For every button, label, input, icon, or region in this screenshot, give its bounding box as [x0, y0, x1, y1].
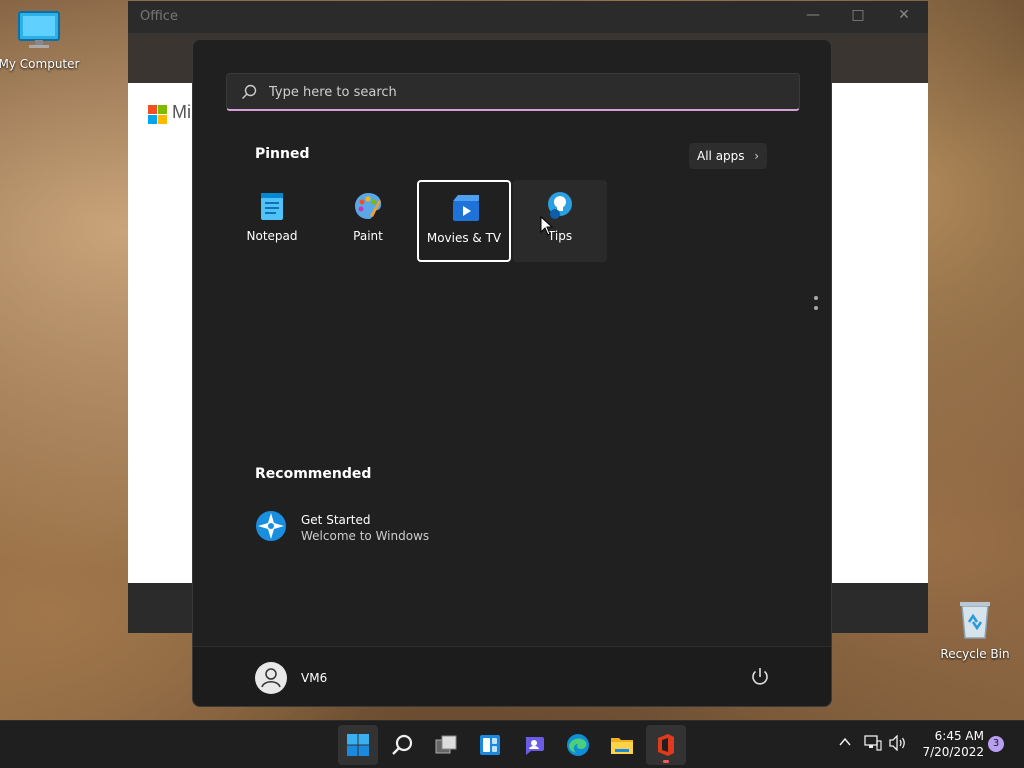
start-menu: Pinned All apps › Notepad Paint	[192, 39, 832, 707]
pinned-app-label: Paint	[353, 229, 383, 243]
search-icon	[392, 734, 413, 755]
user-name: VM6	[301, 671, 328, 685]
get-started-icon	[256, 511, 286, 541]
taskbar-file-explorer-button[interactable]	[602, 725, 642, 765]
taskbar-widgets-button[interactable]	[470, 725, 510, 765]
close-button[interactable]: ✕	[894, 7, 914, 23]
recycle-bin-icon	[960, 602, 990, 639]
taskbar-task-view-button[interactable]	[426, 725, 466, 765]
recommended-item-subtitle: Welcome to Windows	[301, 529, 430, 543]
chevron-right-icon: ›	[754, 149, 759, 163]
window-title: Office	[140, 9, 178, 24]
volume-button[interactable]	[889, 734, 907, 755]
edge-icon	[567, 734, 589, 756]
power-icon[interactable]	[749, 666, 771, 688]
recommended-title: Recommended	[255, 466, 372, 482]
page-indicator[interactable]	[814, 296, 818, 316]
pinned-app-label: Movies & TV	[426, 231, 502, 245]
widgets-icon	[480, 735, 500, 755]
recommended-item-get-started[interactable]: Get Started Welcome to Windows	[255, 510, 475, 546]
user-account-button[interactable]: VM6	[255, 662, 375, 694]
notepad-icon	[261, 193, 283, 220]
mouse-cursor-icon	[540, 216, 554, 236]
brand-text: Mi	[172, 102, 191, 122]
notification-badge[interactable]: 3	[988, 736, 1004, 752]
pinned-app-paint[interactable]: Paint	[321, 180, 415, 262]
clock-date: 7/20/2022	[922, 745, 984, 759]
office-icon	[658, 734, 674, 756]
clock-time: 6:45 AM	[934, 729, 984, 743]
all-apps-label: All apps	[697, 149, 745, 163]
file-explorer-icon	[611, 738, 633, 754]
desktop-icon-recycle-bin[interactable]: Recycle Bin	[933, 598, 1017, 661]
pinned-app-label: Notepad	[246, 229, 298, 243]
taskbar-start-button[interactable]	[338, 725, 378, 765]
all-apps-button[interactable]: All apps ›	[689, 143, 767, 169]
search-icon	[242, 84, 257, 99]
pinned-title: Pinned	[255, 146, 310, 162]
network-icon	[864, 735, 882, 751]
desktop-icon-label: Recycle Bin	[940, 647, 1010, 661]
search-input[interactable]	[267, 74, 791, 110]
running-indicator	[663, 760, 669, 763]
desktop-icon-my-computer[interactable]: My Computer	[0, 10, 81, 71]
movies-tv-icon	[453, 195, 479, 221]
recommended-item-title: Get Started	[301, 513, 371, 527]
user-icon	[261, 668, 281, 688]
chevron-up-icon	[839, 737, 851, 746]
avatar	[255, 662, 287, 694]
paint-icon	[355, 193, 382, 219]
desktop-icon-label: My Computer	[0, 57, 80, 71]
taskbar-chat-button[interactable]	[514, 725, 554, 765]
task-view-icon	[435, 735, 457, 754]
microsoft-logo-icon	[148, 105, 167, 124]
taskbar-office-button[interactable]	[646, 725, 686, 765]
taskbar-edge-button[interactable]	[558, 725, 598, 765]
volume-icon	[889, 734, 905, 752]
pinned-app-notepad[interactable]: Notepad	[225, 180, 319, 262]
maximize-button[interactable]: □	[848, 7, 868, 23]
teams-chat-icon	[525, 737, 544, 755]
monitor-icon	[18, 11, 60, 48]
pinned-app-movies-tv[interactable]: Movies & TV	[417, 180, 511, 262]
taskbar-search-button[interactable]	[382, 725, 422, 765]
pinned-app-tips[interactable]: Tips	[513, 180, 607, 262]
taskbar: 6:45 AM 7/20/2022 3	[0, 720, 1024, 768]
minimize-button[interactable]: —	[803, 7, 823, 23]
start-icon	[347, 734, 369, 756]
search-box[interactable]	[226, 73, 800, 111]
show-hidden-icons-button[interactable]	[838, 735, 852, 755]
pinned-app-label: Tips	[547, 229, 573, 243]
network-button[interactable]	[864, 735, 882, 755]
start-footer: VM6	[193, 646, 831, 706]
clock[interactable]: 6:45 AM 7/20/2022	[916, 728, 984, 760]
